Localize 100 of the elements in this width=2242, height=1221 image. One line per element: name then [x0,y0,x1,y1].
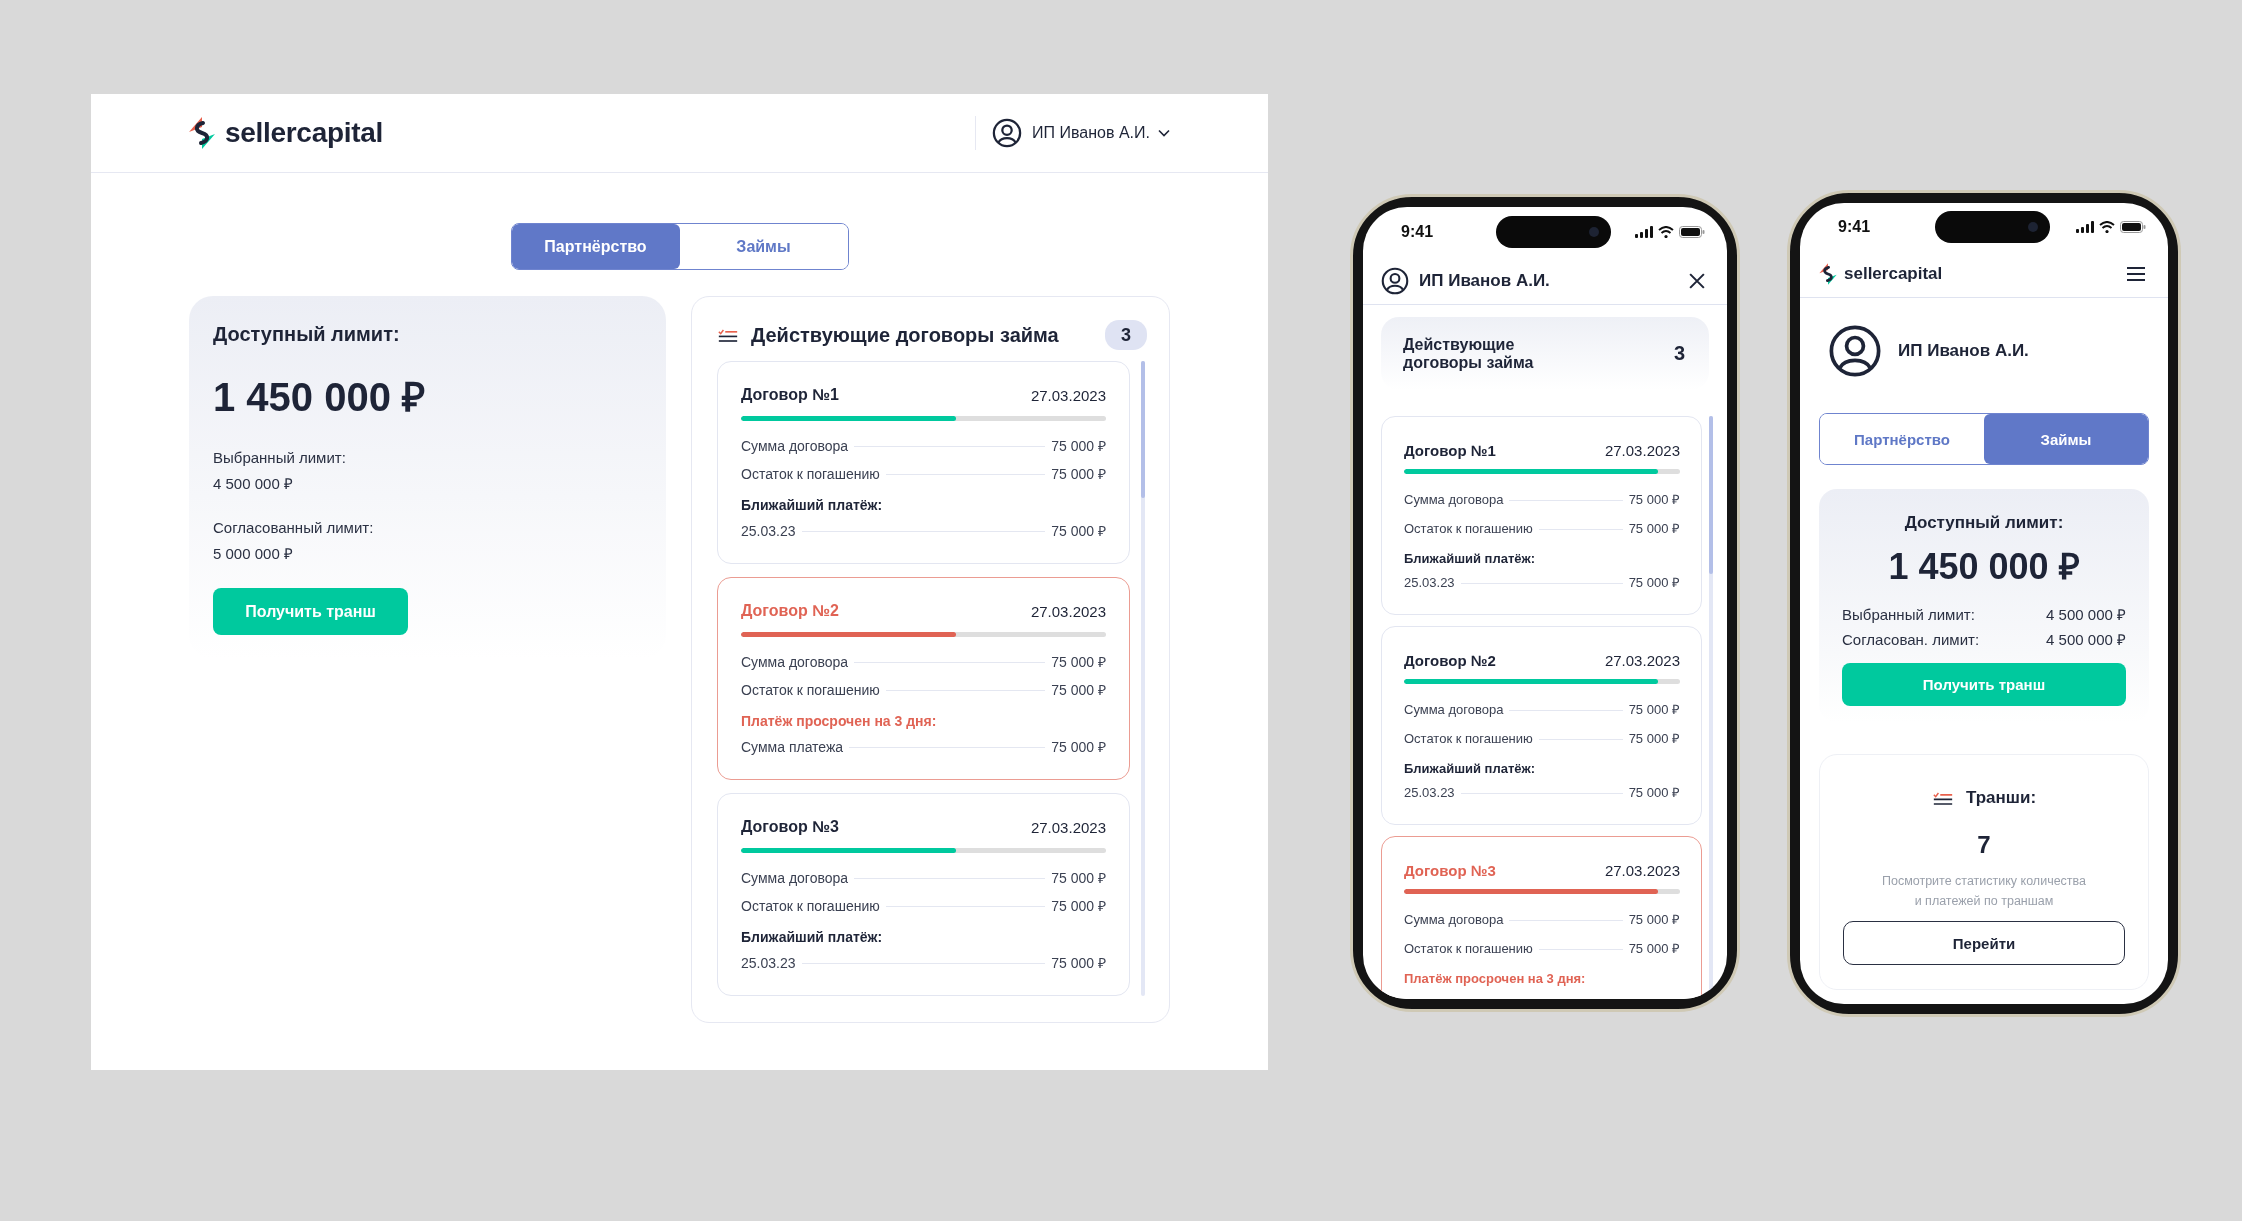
contract-title: Договор №3 [1404,861,1496,879]
row-value: 75 000 ₽ [1051,738,1106,757]
contract-title: Договор №2 [1404,651,1496,669]
payment-heading: Ближайший платёж: [741,928,884,947]
contract-card[interactable]: Договор №2 27.03.2023 Сумма договора 75 000 ₽ Остаток к погашению 75 000 ₽ Ближайший платёж: 25.03.23 75 000 ₽ [1381,626,1702,825]
limit-amount: 1 450 000 ₽ [1887,545,2081,589]
row-label: Сумма договора [1404,491,1504,509]
summary-title: Действующие договоры займа [1403,335,1535,372]
row-label: Сумма договора [1404,911,1504,929]
row-label: Остаток к погашению [1404,940,1533,958]
tab[interactable]: Партнёрство [511,224,680,269]
contract-date: 27.03.2023 [1604,861,1680,879]
row-value: 75 000 ₽ [1628,911,1680,929]
limit-title: Доступный лимит: [213,322,401,346]
row-value: 75 000 ₽ [1628,520,1680,538]
row-label: 25.03.23 [1404,574,1455,592]
contract-card[interactable]: Договор №1 27.03.2023 Сумма договора 75 000 ₽ Остаток к погашению 75 000 ₽ Ближайший платёж: 25.03.23 75 000 ₽ [1381,416,1702,615]
row-label: Сумма договора [741,869,849,888]
user-name: ИП Иванов А.И. [1032,124,1150,142]
contract-card[interactable]: Договор №1 27.03.2023 Сумма договора 75 000 ₽ Остаток к погашению 75 000 ₽ Ближайший платёж: 25.03.23 75 000 ₽ [717,361,1130,564]
row-value: 75 000 ₽ [1628,491,1680,509]
contract-date: 27.03.2023 [1604,651,1680,669]
row-value: 75 000 ₽ [1628,574,1680,592]
limit-label: Выбранный лимит: [1842,605,1975,625]
panel-title: Действующие договоры займа [751,323,1060,347]
row-label: Сумма договора [741,437,849,456]
payment-heading: Ближайший платёж: [1404,760,1537,778]
user-icon [1828,324,1882,378]
user-icon [992,118,1023,148]
user-name: ИП Иванов А.И. [1898,341,2029,361]
go-button[interactable]: Перейти [1843,921,2125,965]
limit-label: Выбранный лимит: [213,448,347,468]
row-label: Остаток к погашению [741,897,880,916]
row-value: 75 000 ₽ [1051,869,1106,888]
row-value: 75 000 ₽ [1051,522,1106,541]
contract-card[interactable]: Договор №3 27.03.2023 Сумма договора 75 000 ₽ Остаток к погашению 75 000 ₽ Ближайший платёж: 25.03.23 75 000 ₽ [717,793,1130,996]
user-icon [1381,266,1409,295]
summary-count: 3 [1673,342,1685,365]
contract-card[interactable]: Договор №2 27.03.2023 Сумма договора 75 000 ₽ Остаток к погашению 75 000 ₽ Платёж просрочен на 3 дня: Сумма платежа 75 000 ₽ [717,577,1130,780]
payment-heading: Ближайший платёж: [741,496,884,515]
logo-text: sellercapital [225,117,383,149]
row-value: 75 000 ₽ [1628,784,1680,802]
limit-value: 5 000 000 ₽ [213,544,294,564]
row-value: 75 000 ₽ [1051,897,1106,916]
row-label: 25.03.23 [741,954,796,973]
menu-icon[interactable] [2126,266,2146,281]
status-time: 9:41 [1838,217,1871,236]
contract-title: Договор №1 [741,386,839,404]
payment-heading: Платёж просрочен на 3 дня: [741,712,938,731]
row-label: 25.03.23 [741,522,796,541]
row-label: 25.03.23 [1404,784,1455,802]
user-name: ИП Иванов А.И. [1419,270,1550,291]
tranches-description: Посмотрите статистику количества и платежей по траншам [1881,873,2087,910]
contract-date: 27.03.2023 [1030,386,1106,404]
row-label: Остаток к погашению [1404,730,1533,748]
contract-date: 27.03.2023 [1030,602,1106,620]
row-value: 75 000 ₽ [1051,437,1106,456]
limit-label: Согласован. лимит: [1842,630,1980,650]
logo-icon [1818,261,1838,286]
battery-icon [1679,226,1705,238]
limit-value: 4 500 000 ₽ [2046,605,2126,625]
row-label: Остаток к погашению [741,681,880,700]
row-label: Сумма договора [741,653,849,672]
tranches-title: Транши: [1965,788,2037,808]
row-label: Сумма договора [1404,701,1504,719]
row-value: 75 000 ₽ [1051,653,1106,672]
status-time: 9:41 [1401,223,1434,241]
signal-icon [1635,226,1653,238]
scrollbar-thumb[interactable] [1709,416,1713,574]
contract-title: Договор №2 [741,602,839,620]
row-value: 75 000 ₽ [1051,465,1106,484]
limit-value: 4 500 000 ₽ [2046,630,2126,650]
limit-amount: 1 450 000 ₽ [213,374,427,421]
row-label: Остаток к погашению [1404,520,1533,538]
row-value: 75 000 ₽ [1051,954,1106,973]
contract-title: Договор №3 [741,818,839,836]
row-value: 75 000 ₽ [1628,730,1680,748]
logo-icon [187,115,217,151]
row-label: Остаток к погашению [741,465,880,484]
scrollbar-thumb[interactable] [1141,361,1145,498]
row-value: 75 000 ₽ [1628,701,1680,719]
row-value: 75 000 ₽ [1628,940,1680,958]
contract-title: Договор №1 [1404,441,1496,459]
contract-date: 27.03.2023 [1030,818,1106,836]
list-icon [717,327,739,343]
logo-text: sellercapital [1844,263,1943,284]
count-badge: 3 [1105,320,1147,350]
tranches-count: 7 [1977,830,1991,860]
chevron-down-icon [1158,129,1170,137]
payment-heading: Ближайший платёж: [1404,550,1537,568]
wifi-icon [1658,226,1674,238]
battery-icon [2120,220,2146,233]
limit-title: Доступный лимит: [1903,513,2065,533]
contract-card[interactable]: Договор №3 27.03.2023 Сумма договора 75 000 ₽ Остаток к погашению 75 000 ₽ Платёж просрочен на 3 дня: [1381,836,1702,999]
close-icon[interactable] [1689,272,1705,289]
tab[interactable]: Займы [1984,414,2148,464]
user-menu[interactable]: ИП Иванов А.И. [975,116,1170,150]
payment-heading: Платёж просрочен на 3 дня: [1404,970,1587,988]
list-icon [1931,790,1954,806]
row-value: 75 000 ₽ [1051,681,1106,700]
